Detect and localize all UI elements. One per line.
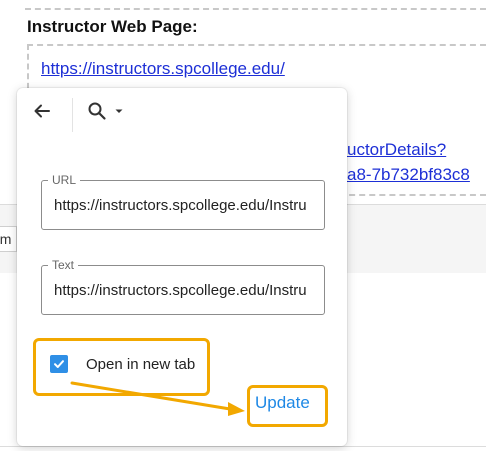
bottom-divider	[0, 446, 486, 447]
arrow-left-icon	[34, 104, 50, 118]
url-label: URL	[48, 173, 81, 187]
open-new-tab-checkbox[interactable]	[50, 355, 68, 373]
text-field: Text	[41, 258, 325, 315]
update-button[interactable]: Update	[255, 393, 310, 413]
link-edit-popover: URL Text Open in new tab Update	[17, 88, 347, 446]
popover-toolbar	[17, 88, 347, 134]
caret-down-icon	[115, 109, 123, 113]
search-icon	[88, 102, 106, 120]
section-title: Instructor Web Page:	[27, 17, 198, 36]
url-field: URL	[41, 173, 325, 230]
toolbar-separator	[72, 98, 73, 132]
back-button[interactable]	[27, 96, 57, 126]
instructor-details-link-line1[interactable]: uctorDetails?	[347, 140, 446, 160]
instructor-link[interactable]: https://instructors.spcollege.edu/	[41, 59, 285, 79]
instructor-details-link-line2[interactable]: a8-7b732bf83c8	[347, 165, 470, 185]
url-input[interactable]	[54, 193, 316, 217]
open-new-tab-label: Open in new tab	[86, 356, 196, 373]
text-input[interactable]	[54, 278, 316, 302]
dashed-border-top	[25, 8, 486, 10]
checkmark-icon	[54, 360, 64, 368]
search-dropdown-button[interactable]	[87, 96, 131, 126]
text-label: Text	[48, 258, 79, 272]
background-input[interactable]: nm	[0, 226, 17, 252]
